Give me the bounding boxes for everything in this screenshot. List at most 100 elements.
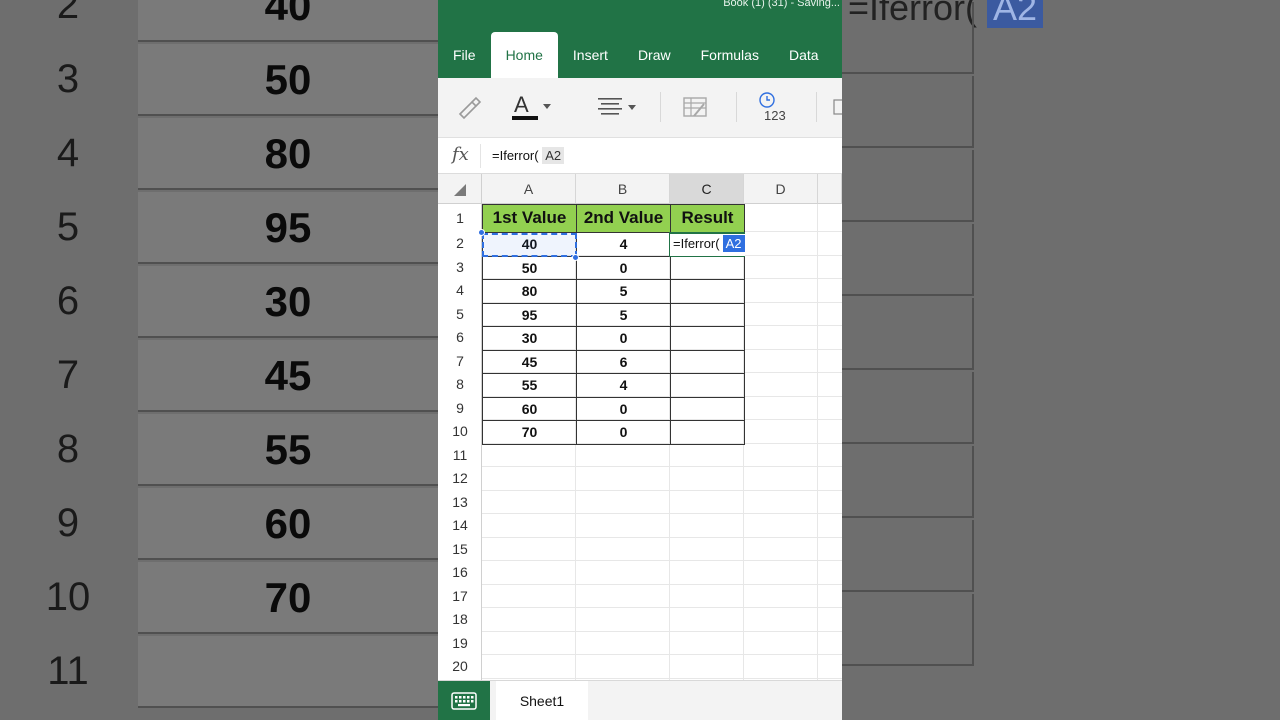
tab-data[interactable]: Data xyxy=(774,32,834,78)
background-right-cell xyxy=(842,372,974,444)
background-row-number: 2 xyxy=(56,0,80,27)
table-cell-a4[interactable]: 80 xyxy=(482,279,577,304)
number-format-icon[interactable]: 123 xyxy=(756,90,790,124)
fx-label[interactable]: fx xyxy=(452,144,469,165)
background-cell-value: 50 xyxy=(138,44,438,116)
table-cell-a8[interactable]: 55 xyxy=(482,373,577,398)
header-cell-a[interactable]: 1st Value xyxy=(482,204,577,233)
formula-ref: A2 xyxy=(542,147,565,164)
selection-handle[interactable] xyxy=(572,253,579,261)
editing-cell-ref: A2 xyxy=(722,235,745,252)
table-cell-b6[interactable]: 0 xyxy=(576,326,671,351)
column-header-b[interactable]: B xyxy=(576,174,670,204)
ribbon-separator xyxy=(816,92,817,122)
sheet-tab[interactable]: Sheet1 xyxy=(496,681,588,720)
ribbon-tabs: File Home Insert Draw Formulas Data xyxy=(438,32,842,78)
select-all-icon xyxy=(454,184,466,196)
more-tools-icon[interactable] xyxy=(832,90,842,124)
tab-home[interactable]: Home xyxy=(490,32,558,78)
tab-draw[interactable]: Draw xyxy=(623,32,686,78)
selection-handle[interactable] xyxy=(478,229,485,236)
background-right-cell xyxy=(842,298,974,370)
column-header-c[interactable]: C xyxy=(670,174,744,204)
tab-file[interactable]: File xyxy=(438,32,491,78)
table-cell-a7[interactable]: 45 xyxy=(482,349,577,374)
table-cell-a5[interactable]: 95 xyxy=(482,302,577,327)
editing-cell-c2[interactable]: =Iferror(A2 xyxy=(670,234,745,256)
ribbon-separator xyxy=(736,92,737,122)
row-header-6[interactable]: 6 xyxy=(438,326,482,350)
row-header-14[interactable]: 14 xyxy=(438,514,482,538)
row-header-13[interactable]: 13 xyxy=(438,490,482,514)
row-header-18[interactable]: 18 xyxy=(438,608,482,632)
formula-text: =Iferror( xyxy=(492,148,539,163)
align-button[interactable] xyxy=(596,90,642,124)
table-cell-b10[interactable]: 0 xyxy=(576,420,671,445)
row-header-2[interactable]: 2 xyxy=(438,232,482,256)
table-cell-c10[interactable] xyxy=(670,420,745,445)
background-right-cell xyxy=(842,594,974,666)
row-header-3[interactable]: 3 xyxy=(438,255,482,279)
row-header-17[interactable]: 17 xyxy=(438,584,482,608)
spreadsheet-grid[interactable]: A B C D 1 2 3 4 5 6 7 8 9 10 11 12 13 14 15 16 17 18 19 20 1st V… xyxy=(438,174,842,680)
background-row-number: 11 xyxy=(47,649,89,693)
format-cells-icon[interactable] xyxy=(680,90,710,124)
column-header-partial xyxy=(818,174,842,204)
document-title: Book (1) (31) - Saving... xyxy=(723,0,840,9)
table-cell-c7[interactable] xyxy=(670,349,745,374)
tab-formulas[interactable]: Formulas xyxy=(686,32,774,78)
table-cell-c9[interactable] xyxy=(670,396,745,421)
column-header-d[interactable]: D xyxy=(744,174,818,204)
header-cell-b[interactable]: 2nd Value xyxy=(576,204,671,233)
background-cell-value: 70 xyxy=(138,562,438,634)
tab-insert[interactable]: Insert xyxy=(558,32,623,78)
formula-divider xyxy=(480,144,481,168)
gridline xyxy=(482,560,842,561)
row-header-19[interactable]: 19 xyxy=(438,631,482,655)
row-header-15[interactable]: 15 xyxy=(438,537,482,561)
row-header-4[interactable]: 4 xyxy=(438,279,482,303)
row-header-11[interactable]: 11 xyxy=(438,443,482,467)
excel-mobile-app: Book (1) (31) - Saving... File Home Insert… xyxy=(438,0,842,720)
column-header-a[interactable]: A xyxy=(482,174,576,204)
row-header-12[interactable]: 12 xyxy=(438,467,482,491)
table-cell-b5[interactable]: 5 xyxy=(576,302,671,327)
table-cell-c8[interactable] xyxy=(670,373,745,398)
keyboard-toggle-button[interactable] xyxy=(438,681,490,720)
table-cell-b2[interactable]: 4 xyxy=(576,232,671,257)
svg-text:123: 123 xyxy=(764,108,786,123)
table-cell-b4[interactable]: 5 xyxy=(576,279,671,304)
background-cell-value: 40 xyxy=(138,0,438,42)
table-cell-b8[interactable]: 4 xyxy=(576,373,671,398)
table-cell-a6[interactable]: 30 xyxy=(482,326,577,351)
table-cell-a9[interactable]: 60 xyxy=(482,396,577,421)
row-header-9[interactable]: 9 xyxy=(438,396,482,420)
table-cell-c4[interactable] xyxy=(670,279,745,304)
font-color-button[interactable]: A xyxy=(510,90,558,124)
row-header-16[interactable]: 16 xyxy=(438,561,482,585)
background-row-number: 7 xyxy=(56,353,80,397)
header-cell-c[interactable]: Result xyxy=(670,204,745,233)
row-header-7[interactable]: 7 xyxy=(438,349,482,373)
ribbon-toolbar: A 123 xyxy=(438,78,842,138)
background-cell-value: 55 xyxy=(138,414,438,486)
formula-input[interactable]: =Iferror( A2 xyxy=(492,147,565,164)
row-header-10[interactable]: 10 xyxy=(438,420,482,444)
background-formula-ref: A2 xyxy=(987,0,1044,28)
keyboard-icon xyxy=(451,692,477,710)
table-cell-b3[interactable]: 0 xyxy=(576,255,671,280)
table-cell-c6[interactable] xyxy=(670,326,745,351)
table-cell-b9[interactable]: 0 xyxy=(576,396,671,421)
row-header-1[interactable]: 1 xyxy=(438,204,482,232)
row-header-20[interactable]: 20 xyxy=(438,655,482,679)
format-painter-icon[interactable] xyxy=(454,90,484,124)
row-header-5[interactable]: 5 xyxy=(438,302,482,326)
table-cell-a3[interactable]: 50 xyxy=(482,255,577,280)
table-cell-c5[interactable] xyxy=(670,302,745,327)
row-header-8[interactable]: 8 xyxy=(438,373,482,397)
formula-bar[interactable]: fx =Iferror( A2 xyxy=(438,138,842,174)
table-cell-c3[interactable] xyxy=(670,255,745,280)
table-cell-a10[interactable]: 70 xyxy=(482,420,577,445)
table-cell-b7[interactable]: 6 xyxy=(576,349,671,374)
select-all-corner[interactable] xyxy=(438,174,482,204)
